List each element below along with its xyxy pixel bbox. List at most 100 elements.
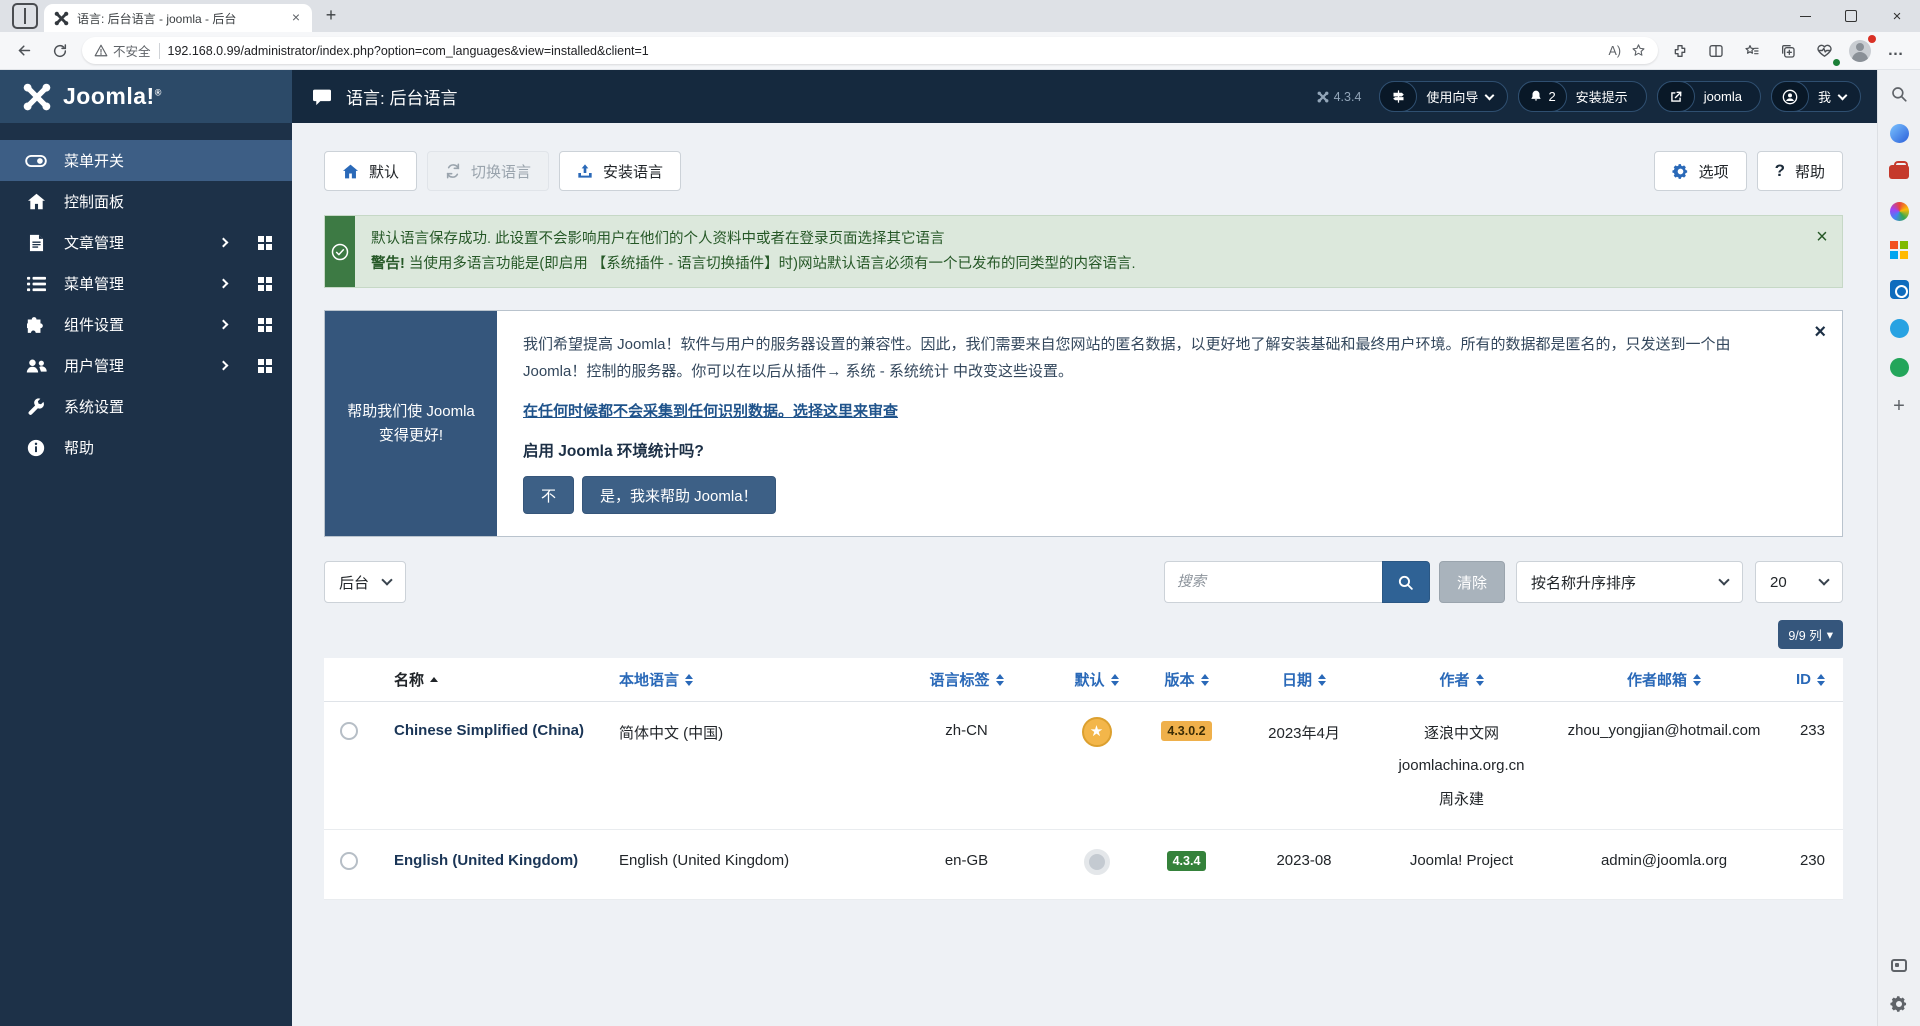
gear-icon [1672,163,1689,180]
stats-no-button[interactable]: 不 [523,476,574,514]
address-bar[interactable]: 不安全 192.168.0.99/administrator/index.php… [82,37,1658,64]
tab-strip: 语言: 后台语言 - joomla - 后台 × + × [0,0,1920,32]
split-screen-icon[interactable] [1702,37,1730,65]
image-creator-icon[interactable] [1887,199,1911,223]
sort-header-date[interactable]: 日期 [1282,669,1326,690]
help-button[interactable]: ? 帮助 [1757,151,1843,191]
stats-yes-button[interactable]: 是，我来帮助 Joomla！ [582,476,776,514]
table-header-row: 名称 本地语言 语言标签 默认 版本 日期 作者 作者邮箱 ID [324,658,1843,702]
chevron-right-icon [219,238,229,248]
upload-icon [577,163,593,179]
browser-menu-icon[interactable]: … [1882,37,1910,65]
sort-header-name[interactable]: 名称 [394,669,438,690]
user-menu-pill[interactable]: 我 [1771,81,1861,112]
stats-review-link[interactable]: 在任何时候都不会采集到任何识别数据。选择这里来审查 [523,400,898,421]
sort-both-icon [1693,674,1701,686]
install-language-button[interactable]: 安装语言 [559,151,681,191]
dashboard-grid-icon[interactable] [258,277,272,291]
sidebar-settings-icon[interactable] [1887,992,1911,1016]
switch-language-button[interactable]: 切换语言 [427,151,549,191]
back-icon[interactable] [10,37,38,65]
options-button[interactable]: 选项 [1654,151,1747,191]
outlook-icon[interactable] [1887,277,1911,301]
sort-both-icon [1201,674,1209,686]
language-tag: en-GB [879,830,1054,900]
dashboard-grid-icon[interactable] [258,359,272,373]
security-warning[interactable]: 不安全 [94,41,151,60]
sidebar-item-users[interactable]: 用户管理 [0,345,292,386]
tab-close-icon[interactable]: × [288,10,304,26]
guided-tour-pill[interactable]: 使用向导 [1379,81,1508,112]
sort-header-default[interactable]: 默认 [1074,669,1118,690]
bookmark-star-icon[interactable] [1631,43,1646,58]
sort-select[interactable]: 按名称升序排序 [1516,561,1743,603]
sidebar-item-content[interactable]: 文章管理 [0,222,292,263]
languages-table: 名称 本地语言 语言标签 默认 版本 日期 作者 作者邮箱 ID [324,658,1843,900]
joomla-logo[interactable]: Joomla!® [0,70,292,123]
dashboard-grid-icon[interactable] [258,318,272,332]
main-content: 默认 切换语言 安装语言 [292,123,1877,1026]
microsoft-365-icon[interactable] [1887,238,1911,262]
row-radio[interactable] [340,722,358,740]
refresh-icon[interactable] [46,37,74,65]
sidebar-panel-icon[interactable] [1887,953,1911,977]
filter-bar: 后台 清除 按名称升序排序 [324,561,1843,603]
copilot-icon[interactable] [1887,121,1911,145]
sort-header-version[interactable]: 版本 [1164,669,1208,690]
sidebar-item-dashboard[interactable]: 控制面板 [0,181,292,222]
list-icon [25,276,47,292]
sidebar-item-system[interactable]: 系统设置 [0,386,292,427]
sort-both-icon [1817,674,1825,686]
extensions-icon[interactable] [1666,37,1694,65]
minimize-button[interactable] [1782,0,1828,32]
add-app-icon[interactable]: + [1887,394,1911,418]
site-preview-pill[interactable]: joomla [1657,81,1761,112]
browser-tab[interactable]: 语言: 后台语言 - joomla - 后台 × [44,4,312,32]
search-button[interactable] [1382,561,1430,603]
url-text[interactable]: 192.168.0.99/administrator/index.php?opt… [168,44,1601,58]
new-tab-button[interactable]: + [318,3,344,29]
author-email: zhou_yongjian@hotmail.com [1549,702,1779,830]
brand-text: Joomla!® [63,83,162,110]
tab-actions-icon[interactable] [12,3,38,29]
profile-avatar[interactable] [1846,37,1874,65]
clear-button[interactable]: 清除 [1439,561,1505,603]
default-button[interactable]: 默认 [324,151,417,191]
sidebar-search-icon[interactable] [1887,82,1911,106]
sidebar-item-components[interactable]: 组件设置 [0,304,292,345]
wrench-icon [25,398,47,416]
favorites-icon[interactable] [1738,37,1766,65]
sort-header-native[interactable]: 本地语言 [619,669,693,690]
search-input[interactable] [1164,561,1382,603]
chevron-right-icon [219,279,229,289]
sort-header-author[interactable]: 作者 [1439,669,1483,690]
read-aloud-icon[interactable]: A) [1609,44,1622,58]
sidebar-item-help[interactable]: 帮助 [0,427,292,468]
row-radio[interactable] [340,852,358,870]
dashboard-grid-icon[interactable] [258,236,272,250]
sidebar-item-menu-toggle[interactable]: 菜单开关 [0,140,292,181]
ms-green [1900,241,1908,249]
browser-essentials-icon[interactable] [1810,37,1838,65]
search-icon [1397,574,1414,591]
sort-header-email[interactable]: 作者邮箱 [1627,669,1701,690]
chevron-down-icon [1838,90,1848,100]
default-star-button[interactable]: ★ [1082,717,1112,747]
set-default-button[interactable] [1084,849,1110,875]
tab-title: 语言: 后台语言 - joomla - 后台 [77,10,280,27]
client-select[interactable]: 后台 [324,561,406,603]
sort-header-tag[interactable]: 语言标签 [929,669,1003,690]
maximize-button[interactable] [1828,0,1874,32]
columns-dropdown-badge[interactable]: 9/9 列▾ [1778,620,1843,649]
skype-icon[interactable] [1887,316,1911,340]
sort-header-id[interactable]: ID [1796,671,1825,688]
designer-icon[interactable] [1887,355,1911,379]
alert-close-icon[interactable]: × [1802,216,1842,287]
stats-close-icon[interactable]: × [1814,321,1826,344]
tools-icon[interactable] [1887,160,1911,184]
close-window-button[interactable]: × [1874,0,1920,32]
sidebar-item-menus[interactable]: 菜单管理 [0,263,292,304]
limit-select[interactable]: 20 [1755,561,1843,603]
notifications-pill[interactable]: 2 安装提示 [1518,81,1646,112]
collections-icon[interactable] [1774,37,1802,65]
